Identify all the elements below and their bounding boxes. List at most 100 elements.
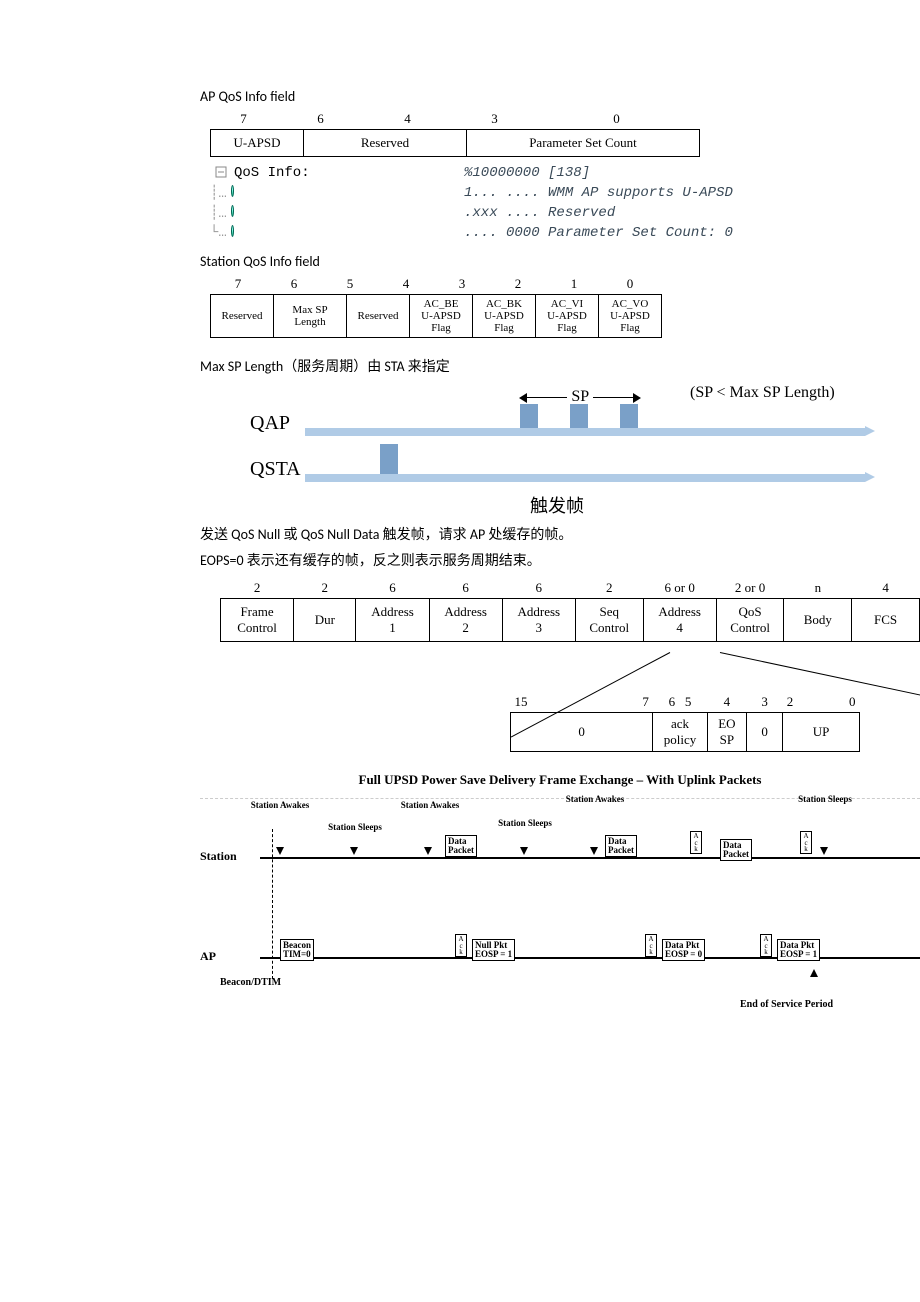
down-arrow-icon (276, 847, 284, 855)
decode-row: .xxx .... Reserved (464, 205, 860, 221)
bit-label: 4 (364, 109, 451, 129)
text-max-sp: Max SP Length（服务周期）由 STA 来指定 (200, 356, 860, 376)
sta-qos-bits: 7 6 5 4 3 2 1 0 (210, 274, 658, 294)
text-desc2: EOPS=0 表示还有缓存的帧，反之则表示服务周期结束。 (200, 550, 860, 570)
bit-label: 2 (490, 274, 546, 294)
qsta-timeline (305, 474, 865, 482)
decode-row: .... 0000 Parameter Set Count: 0 (464, 225, 860, 241)
size: 6 (356, 578, 429, 599)
bit-label: 3 (434, 274, 490, 294)
data-packet-box: Data Packet (445, 835, 477, 857)
datapkt-box: Data Pkt EOSP = 1 (777, 939, 820, 961)
upsd-diagram: Full UPSD Power Save Delivery Frame Exch… (200, 772, 920, 1029)
ack-box: A c k (690, 831, 702, 854)
arrow-icon (865, 472, 875, 482)
cell-psc: Parameter Set Count (467, 130, 700, 157)
cell: AC_BE U-APSD Flag (410, 295, 473, 338)
qap-label: QAP (250, 412, 290, 435)
cell-uapsd: U-APSD (211, 130, 304, 157)
cell: AC_VO U-APSD Flag (599, 295, 662, 338)
field: QoS Control (716, 599, 784, 642)
decode-header-value: %10000000 [138] (464, 165, 860, 181)
bit: 0 (828, 692, 859, 713)
down-arrow-icon (350, 847, 358, 855)
frame-block (570, 404, 588, 428)
field: 0 (747, 713, 783, 752)
ap-qos-table: 7 6 4 3 0 (210, 109, 695, 129)
up-arrow-icon (810, 969, 818, 977)
bit-label: 6 (277, 109, 364, 129)
down-arrow-icon (820, 847, 828, 855)
down-arrow-icon (424, 847, 432, 855)
text-desc1: 发送 QoS Null 或 QoS Null Data 触发帧，请求 AP 处缓… (200, 524, 860, 544)
frame-block (620, 404, 638, 428)
ev-sleeps: Station Sleeps (320, 823, 390, 832)
bit-label: 4 (378, 274, 434, 294)
field: EO SP (707, 713, 746, 752)
sp-diagram: QAP QSTA SP (SP < Max SP Length) 触发帧 (240, 384, 880, 514)
size: n (784, 578, 852, 599)
ev-awakes: Station Awakes (560, 795, 630, 804)
cell: AC_BK U-APSD Flag (473, 295, 536, 338)
data-packet-box: Data Packet (720, 839, 752, 861)
field: Seq Control (575, 599, 643, 642)
size: 2 (575, 578, 643, 599)
bit-label: 1 (546, 274, 602, 294)
field: 0 (511, 713, 653, 752)
qos-control-table: 15 7 6 5 4 3 2 0 0 ack policy EO SP 0 UP (510, 692, 860, 752)
trigger-label: 触发帧 (530, 492, 584, 518)
down-arrow-icon (520, 847, 528, 855)
qos-info-decode: QoS Info: %10000000 [138] ┊… 1... .... W… (210, 163, 860, 243)
bit-label: 0 (602, 274, 658, 294)
bullet-icon (231, 225, 234, 237)
field: Address 1 (356, 599, 429, 642)
bit-label: 7 (210, 274, 266, 294)
bit: 7 (622, 692, 653, 713)
size: 2 (221, 578, 294, 599)
bit: 3 (747, 692, 783, 713)
sp-note: (SP < Max SP Length) (690, 384, 835, 402)
size: 4 (852, 578, 920, 599)
sp-text: SP (571, 388, 588, 405)
field: Body (784, 599, 852, 642)
beacon-box: Beacon TIM=0 (280, 939, 314, 961)
qsta-label: QSTA (250, 458, 301, 481)
station-timeline (260, 857, 920, 859)
size: 2 (294, 578, 356, 599)
cell: Reserved (211, 295, 274, 338)
heading-ap-qos: AP QoS Info field (200, 88, 860, 105)
bit-label: 0 (538, 109, 695, 129)
mac-header-table: 2 2 6 6 6 2 6 or 0 2 or 0 n 4 Frame Cont… (220, 578, 920, 642)
cell-reserved: Reserved (304, 130, 467, 157)
field: Frame Control (221, 599, 294, 642)
down-arrow-icon (590, 847, 598, 855)
cell: AC_VI U-APSD Flag (536, 295, 599, 338)
ev-sleeps: Station Sleeps (790, 795, 860, 804)
datapkt-box: Data Pkt EOSP = 0 (662, 939, 705, 961)
bullet-icon (231, 205, 234, 217)
arrow-icon (865, 426, 875, 436)
decode-row: 1... .... WMM AP supports U-APSD (464, 185, 860, 201)
bit-label: 5 (322, 274, 378, 294)
cell: Reserved (347, 295, 410, 338)
ev-awakes: Station Awakes (395, 801, 465, 810)
field: ack policy (653, 713, 707, 752)
data-packet-box: Data Packet (605, 835, 637, 857)
connector-lines (220, 652, 920, 692)
size: 2 or 0 (716, 578, 784, 599)
ev-sleeps: Station Sleeps (490, 819, 560, 828)
field: Address 2 (429, 599, 502, 642)
bullet-icon (231, 185, 234, 197)
nullpkt-box: Null Pkt EOSP = 1 (472, 939, 515, 961)
trigger-block (380, 444, 398, 474)
bit-label: 6 (266, 274, 322, 294)
size: 6 (502, 578, 575, 599)
qap-timeline (305, 428, 865, 436)
heading-sta-qos: Station QoS Info field (200, 253, 860, 270)
bit: 2 (783, 692, 828, 713)
tree-expand-icon (210, 166, 234, 180)
decode-header-label: QoS Info: (234, 165, 310, 181)
sta-qos-fields: Reserved Max SP Length Reserved AC_BE U-… (210, 294, 662, 338)
ack-box: A c k (455, 934, 467, 957)
ev-awakes: Station Awakes (245, 801, 315, 810)
